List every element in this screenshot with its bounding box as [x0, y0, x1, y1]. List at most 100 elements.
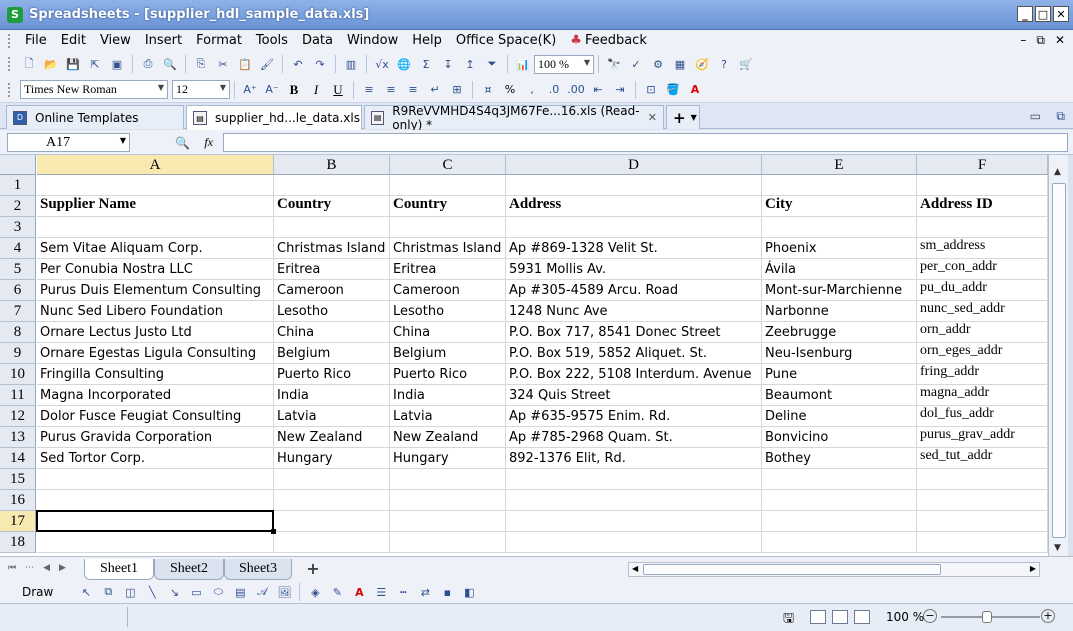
cell-d4[interactable]: Ap #869-1328 Velit St. — [506, 238, 762, 259]
scroll-down-icon[interactable]: ▼ — [1054, 543, 1061, 553]
cell-d9[interactable]: P.O. Box 519, 5852 Aliquet. St. — [506, 343, 762, 364]
format-painter-icon[interactable]: 🖌 — [258, 55, 276, 73]
fill-color-icon[interactable]: 🪣 — [664, 81, 682, 99]
cell-f3[interactable] — [917, 217, 1048, 238]
add-sheet-button[interactable]: + — [300, 559, 326, 580]
cell-b13[interactable]: New Zealand — [274, 427, 390, 448]
insert-row-icon[interactable]: ▥ — [342, 55, 360, 73]
column-header-b[interactable]: B — [274, 155, 390, 175]
find-icon[interactable]: 🔭 — [605, 55, 623, 73]
cell-d11[interactable]: 324 Quis Street — [506, 385, 762, 406]
spellcheck-icon[interactable]: ✓ — [627, 55, 645, 73]
wordart-icon[interactable]: 𝒜 — [253, 583, 271, 601]
image-icon[interactable]: 🖼 — [275, 583, 293, 601]
arrow-style-icon[interactable]: ⇄ — [416, 583, 434, 601]
group-objects-icon[interactable]: ⧉ — [99, 583, 117, 601]
cell-a2[interactable]: Supplier Name — [37, 196, 274, 217]
underline-button[interactable]: U — [329, 81, 347, 99]
new-tab-button[interactable]: + ▼ — [666, 105, 700, 129]
cell-d10[interactable]: P.O. Box 222, 5108 Interdum. Avenue — [506, 364, 762, 385]
ellipse-icon[interactable]: ⬭ — [209, 583, 227, 601]
scroll-left-icon[interactable]: ◀ — [632, 564, 638, 573]
currency-icon[interactable]: ¤ — [479, 81, 497, 99]
cell-c8[interactable]: China — [390, 322, 506, 343]
cell-b8[interactable]: China — [274, 322, 390, 343]
close-tab-icon[interactable]: ✕ — [648, 111, 657, 124]
cell-a18[interactable] — [37, 532, 274, 553]
sheet-tab-3[interactable]: Sheet3 — [224, 559, 292, 580]
cell-d6[interactable]: Ap #305-4589 Arcu. Road — [506, 280, 762, 301]
page-layout-view-icon[interactable] — [832, 610, 848, 624]
cell-d13[interactable]: Ap #785-2968 Quam. St. — [506, 427, 762, 448]
align-center-icon[interactable]: ≡ — [382, 81, 400, 99]
autosum-icon[interactable]: Σ — [417, 55, 435, 73]
column-header-c[interactable]: C — [390, 155, 506, 175]
cell-f18[interactable] — [917, 532, 1048, 553]
row-header-18[interactable]: 18 — [0, 532, 36, 553]
function-icon[interactable]: √x — [373, 55, 391, 73]
cell-b11[interactable]: India — [274, 385, 390, 406]
font-size-select[interactable]: 12 ▼ — [172, 80, 230, 99]
increase-indent-icon[interactable]: ⇥ — [611, 81, 629, 99]
cell-f12[interactable]: dol_fus_addr — [917, 406, 1048, 427]
cell-f13[interactable]: purus_grav_addr — [917, 427, 1048, 448]
first-sheet-icon[interactable]: ⏮ — [8, 563, 16, 573]
bold-button[interactable]: B — [285, 81, 303, 99]
more-sheets-icon[interactable]: ⋯ — [25, 563, 34, 573]
shadow-icon[interactable]: ▪ — [438, 583, 456, 601]
cell-d2[interactable]: Address — [506, 196, 762, 217]
cell-e4[interactable]: Phoenix — [762, 238, 917, 259]
doc-minimize-button[interactable]: – — [1020, 33, 1026, 48]
cell-d7[interactable]: 1248 Nunc Ave — [506, 301, 762, 322]
cell-b14[interactable]: Hungary — [274, 448, 390, 469]
toolbar-grip[interactable] — [8, 33, 12, 48]
menu-view[interactable]: View — [93, 33, 138, 48]
cell-a4[interactable]: Sem Vitae Aliquam Corp. — [37, 238, 274, 259]
rectangle-icon[interactable]: ▭ — [187, 583, 205, 601]
draw-font-color-icon[interactable]: A — [350, 583, 368, 601]
row-header-17[interactable]: 17 — [0, 511, 36, 532]
cell-a14[interactable]: Sed Tortor Corp. — [37, 448, 274, 469]
cell-c10[interactable]: Puerto Rico — [390, 364, 506, 385]
cell-c11[interactable]: India — [390, 385, 506, 406]
menu-format[interactable]: Format — [189, 33, 249, 48]
menu-help[interactable]: Help — [405, 33, 449, 48]
comma-style-icon[interactable]: , — [523, 81, 541, 99]
maximize-button[interactable]: □ — [1035, 6, 1051, 22]
cell-c13[interactable]: New Zealand — [390, 427, 506, 448]
wrap-text-icon[interactable]: ↵ — [426, 81, 444, 99]
cell-c9[interactable]: Belgium — [390, 343, 506, 364]
cell-b16[interactable] — [274, 490, 390, 511]
select-pointer-icon[interactable]: ↖ — [77, 583, 95, 601]
prev-sheet-icon[interactable]: ◀ — [43, 563, 50, 573]
cell-b3[interactable] — [274, 217, 390, 238]
cell-a15[interactable] — [37, 469, 274, 490]
cell-f5[interactable]: per_con_addr — [917, 259, 1048, 280]
cell-b2[interactable]: Country — [274, 196, 390, 217]
cell-b7[interactable]: Lesotho — [274, 301, 390, 322]
shopping-cart-icon[interactable]: 🛒 — [737, 55, 755, 73]
cell-e2[interactable]: City — [762, 196, 917, 217]
column-header-d[interactable]: D — [506, 155, 762, 175]
cell-b6[interactable]: Cameroon — [274, 280, 390, 301]
cell-b5[interactable]: Eritrea — [274, 259, 390, 280]
draw-menu[interactable]: Draw — [22, 585, 53, 599]
scroll-up-icon[interactable]: ▲ — [1054, 167, 1061, 177]
cell-c18[interactable] — [390, 532, 506, 553]
scroll-right-icon[interactable]: ▶ — [1030, 564, 1036, 573]
cell-c17[interactable] — [390, 511, 506, 532]
toolbar-grip[interactable] — [8, 82, 12, 97]
decrease-font-icon[interactable]: A⁻ — [263, 81, 281, 99]
cell-f7[interactable]: nunc_sed_addr — [917, 301, 1048, 322]
doc-restore-button[interactable]: ⧉ — [1036, 33, 1045, 48]
cell-e14[interactable]: Bothey — [762, 448, 917, 469]
cell-d16[interactable] — [506, 490, 762, 511]
cell-e15[interactable] — [762, 469, 917, 490]
dash-style-icon[interactable]: ┅ — [394, 583, 412, 601]
tab-readonly-file[interactable]: ▤ R9ReVVMHD4S4q3JM67Fe...16.xls (Read-on… — [364, 104, 664, 132]
cell-f11[interactable]: magna_addr — [917, 385, 1048, 406]
minimize-button[interactable]: _ — [1017, 6, 1033, 22]
horizontal-scroll-thumb[interactable] — [643, 564, 941, 575]
cell-c3[interactable] — [390, 217, 506, 238]
tab-online-templates[interactable]: D Online Templates — [6, 105, 184, 129]
